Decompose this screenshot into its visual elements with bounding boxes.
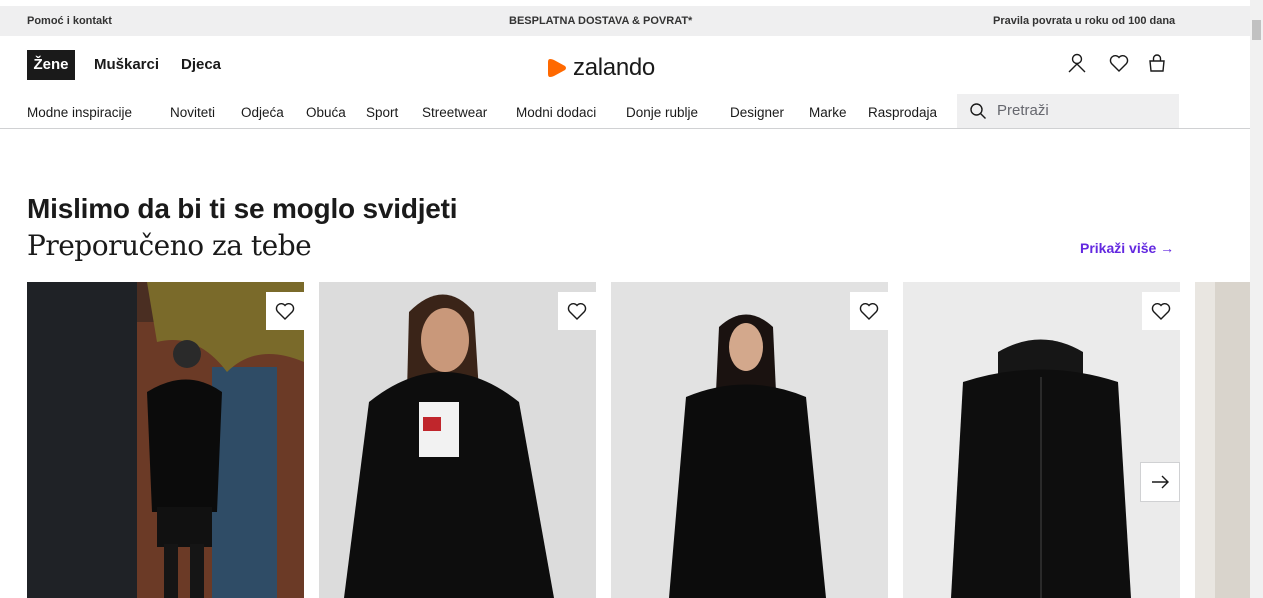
heart-icon bbox=[275, 303, 295, 320]
heart-icon bbox=[567, 303, 587, 320]
logo-play-icon bbox=[548, 59, 566, 77]
product-card-3[interactable] bbox=[611, 282, 888, 598]
heart-icon bbox=[859, 303, 879, 320]
search-placeholder: Pretraži bbox=[997, 102, 1049, 119]
page-scrollbar[interactable] bbox=[1250, 0, 1263, 598]
nav-item-shoes[interactable]: Obuća bbox=[306, 105, 346, 120]
main-header: Žene Muškarci Djeca zalando bbox=[0, 36, 1250, 94]
arrow-right-icon bbox=[1152, 475, 1169, 489]
wishlist-button-4[interactable] bbox=[1142, 292, 1180, 330]
nav-item-inspiration[interactable]: Modne inspiracije bbox=[27, 105, 132, 120]
gender-tab-kids[interactable]: Djeca bbox=[181, 50, 221, 80]
wishlist-button-3[interactable] bbox=[850, 292, 888, 330]
free-shipping-banner[interactable]: BESPLATNA DOSTAVA & POVRAT* bbox=[509, 15, 692, 27]
section-title: Mislimo da bi ti se moglo svidjeti bbox=[27, 193, 458, 224]
product-card-4[interactable] bbox=[903, 282, 1180, 598]
gender-tab-men[interactable]: Muškarci bbox=[94, 50, 159, 80]
product-image-5 bbox=[1195, 282, 1250, 598]
nav-item-designer[interactable]: Designer bbox=[730, 105, 784, 120]
nav-item-brands[interactable]: Marke bbox=[809, 105, 847, 120]
nav-item-underwear[interactable]: Donje rublje bbox=[626, 105, 698, 120]
nav-item-accessories[interactable]: Modni dodaci bbox=[516, 105, 596, 120]
wishlist-icon[interactable] bbox=[1108, 52, 1130, 74]
product-image-2 bbox=[319, 282, 596, 598]
nav-item-sport[interactable]: Sport bbox=[366, 105, 398, 120]
nav-item-clothing[interactable]: Odjeća bbox=[241, 105, 284, 120]
search-field[interactable]: Pretraži bbox=[957, 94, 1179, 128]
logo-text: zalando bbox=[573, 54, 655, 81]
help-contact-link[interactable]: Pomoć i kontakt bbox=[27, 15, 112, 27]
nav-item-sale[interactable]: Rasprodaja bbox=[868, 105, 937, 120]
user-icon[interactable] bbox=[1066, 52, 1088, 74]
gender-tab-women[interactable]: Žene bbox=[27, 50, 75, 80]
product-image-3 bbox=[611, 282, 888, 598]
top-info-bar: Pomoć i kontakt BESPLATNA DOSTAVA & POVR… bbox=[0, 6, 1250, 36]
wishlist-button-1[interactable] bbox=[266, 292, 304, 330]
carousel-next-button[interactable] bbox=[1140, 462, 1180, 502]
heart-icon bbox=[1151, 303, 1171, 320]
show-more-link[interactable]: Prikaži više → bbox=[1080, 240, 1174, 256]
nav-item-streetwear[interactable]: Streetwear bbox=[422, 105, 487, 120]
wishlist-button-2[interactable] bbox=[558, 292, 596, 330]
nav-item-new[interactable]: Noviteti bbox=[170, 105, 215, 120]
section-subtitle: Preporučeno za tebe bbox=[27, 229, 312, 262]
search-icon bbox=[970, 103, 986, 119]
bag-icon[interactable] bbox=[1146, 52, 1168, 74]
product-image-4 bbox=[903, 282, 1180, 598]
scrollbar-thumb[interactable] bbox=[1252, 20, 1261, 40]
returns-policy-link[interactable]: Pravila povrata u roku od 100 dana bbox=[993, 15, 1175, 27]
product-card-2[interactable] bbox=[319, 282, 596, 598]
category-nav: Modne inspiracije Noviteti Odjeća Obuća … bbox=[0, 94, 1250, 129]
product-card-5-partial[interactable] bbox=[1195, 282, 1250, 598]
product-image-1 bbox=[27, 282, 304, 598]
zalando-logo[interactable]: zalando bbox=[545, 54, 655, 82]
product-card-1[interactable] bbox=[27, 282, 304, 598]
